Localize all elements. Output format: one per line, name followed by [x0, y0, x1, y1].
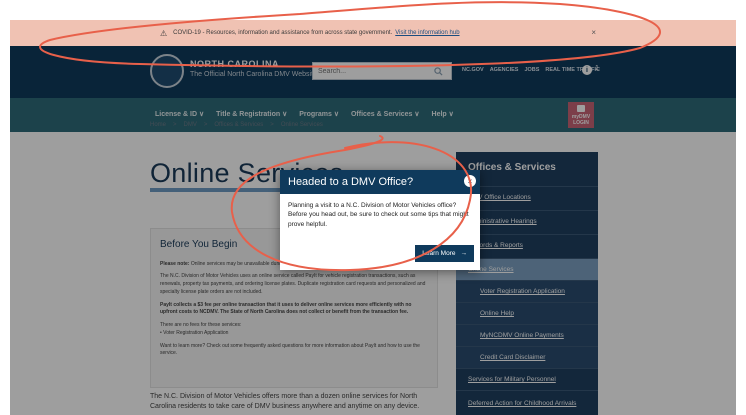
warning-icon: ⚠: [160, 28, 168, 38]
nav-offices-services[interactable]: Offices & Services ∨: [351, 110, 420, 118]
alert-link[interactable]: Visit the information hub: [395, 30, 459, 36]
search-icon[interactable]: [425, 63, 451, 79]
crumb-separator: >: [270, 122, 274, 128]
modal-body: Planning a visit to a N.C. Division of M…: [288, 202, 469, 228]
breadcrumb: Home > DMV > Offices & Services > Online…: [150, 122, 323, 128]
top-link-jobs[interactable]: JOBS: [524, 67, 539, 73]
brand-subtitle: The Official North Carolina DMV Website: [190, 71, 317, 78]
state-seal-logo[interactable]: [150, 54, 184, 88]
crumb-offices[interactable]: Offices & Services: [214, 122, 263, 128]
site-header: NORTH CAROLINA The Official North Caroli…: [10, 46, 736, 98]
before-nofee: There are no fees for these services: • V…: [160, 322, 428, 338]
sidebar-heading: Offices & Services: [468, 162, 556, 173]
nofee-item: • Voter Registration Application: [160, 329, 229, 336]
dmv-office-modal: Headed to a DMV Office? × Planning a vis…: [280, 170, 480, 270]
nav-help[interactable]: Help ∨: [432, 110, 454, 118]
crumb-home[interactable]: Home: [150, 122, 166, 128]
before-learn-more: Want to learn more? Check out some frequ…: [160, 342, 420, 357]
nav-programs[interactable]: Programs ∨: [299, 110, 339, 118]
crumb-dmv[interactable]: DMV: [184, 122, 197, 128]
sidebar-item-credit-card[interactable]: Credit Card Disclaimer: [456, 346, 598, 368]
site-brand[interactable]: NORTH CAROLINA The Official North Caroli…: [190, 59, 317, 78]
accessibility-icon[interactable]: i: [582, 65, 592, 75]
sidebar-item-military[interactable]: Services for Military Personnel: [456, 368, 598, 390]
arrow-right-icon: →: [460, 250, 468, 257]
before-fee: PayIt collects a $3 fee per online trans…: [160, 302, 428, 318]
sidebar-item-online-help[interactable]: Online Help: [456, 302, 598, 324]
nofee-text: There are no fees for these services:: [160, 322, 242, 328]
browser-viewport: ⚠ COVID-19 - Resources, information and …: [10, 10, 736, 415]
mydmv-login-button[interactable]: myDMV LOGIN: [568, 102, 594, 128]
modal-header: Headed to a DMV Office? ×: [280, 170, 480, 194]
sidebar-item-mync-payments[interactable]: MyNCDMV Online Payments: [456, 324, 598, 346]
learn-more-button[interactable]: Learn More →: [415, 245, 474, 262]
alert-close-icon[interactable]: ×: [591, 28, 596, 37]
search-input[interactable]: [313, 63, 425, 79]
login-label: myDMV LOGIN: [571, 114, 591, 126]
crumb-separator: >: [173, 122, 177, 128]
alert-text: COVID-19 - Resources, information and as…: [173, 30, 393, 36]
crumb-current: Online Services: [280, 122, 323, 128]
search-box: [312, 62, 452, 80]
intro-paragraph: The N.C. Division of Motor Vehicles offe…: [150, 393, 420, 411]
close-icon[interactable]: ×: [464, 175, 476, 187]
before-payit: The N.C. Division of Motor Vehicles uses…: [160, 273, 426, 295]
accessibility-count: 1: [595, 65, 599, 72]
login-icon: [577, 105, 585, 112]
nav-license-id[interactable]: License & ID ∨: [155, 110, 204, 118]
fee-text: PayIt collects a $3 fee per online trans…: [160, 301, 412, 316]
sidebar-item-daca[interactable]: Deferred Action for Childhood Arrivals: [456, 390, 598, 415]
note-label: Please note:: [160, 260, 190, 267]
modal-title: Headed to a DMV Office?: [288, 176, 414, 188]
title-underline: [150, 188, 280, 192]
covid-alert-banner: ⚠ COVID-19 - Resources, information and …: [10, 20, 736, 46]
crumb-separator: >: [203, 122, 208, 128]
learn-more-label: Learn More: [422, 250, 456, 257]
nav-title-registration[interactable]: Title & Registration ∨: [216, 110, 287, 118]
main-nav: License & ID ∨ Title & Registration ∨ Pr…: [10, 98, 736, 132]
top-link-agencies[interactable]: AGENCIES: [490, 67, 519, 73]
top-link-ncgov[interactable]: NC.GOV: [462, 67, 484, 73]
sidebar-item-voter-registration[interactable]: Voter Registration Application: [456, 280, 598, 302]
brand-title: NORTH CAROLINA: [190, 59, 279, 69]
top-links: NC.GOV AGENCIES JOBS REAL TIME TRAFFIC: [462, 67, 600, 73]
